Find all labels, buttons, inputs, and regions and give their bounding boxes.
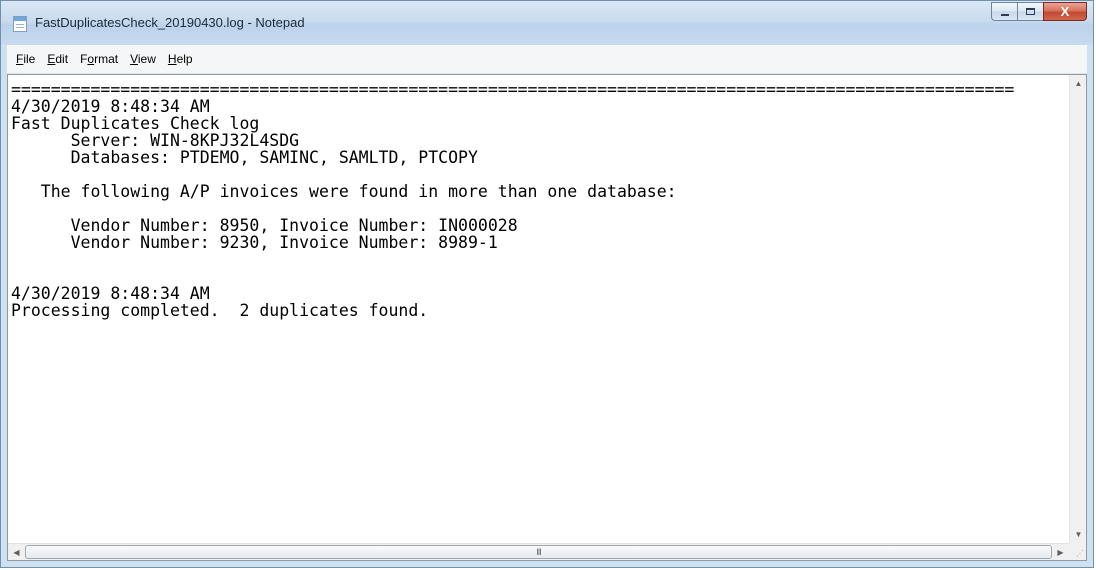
minimize-button[interactable] (991, 2, 1017, 21)
size-grip-icon: ⋰ (1076, 549, 1084, 558)
close-button[interactable]: X (1043, 2, 1087, 21)
menu-edit[interactable]: Edit (42, 50, 73, 68)
editor-area: ========================================… (7, 74, 1087, 561)
menu-file[interactable]: File (11, 50, 40, 68)
menu-bar: File Edit Format View Help (7, 45, 1087, 74)
scroll-down-icon[interactable]: ▼ (1070, 526, 1087, 543)
window-title: FastDuplicatesCheck_20190430.log - Notep… (35, 15, 305, 30)
maximize-icon (1026, 8, 1035, 15)
minimize-icon (1000, 13, 1009, 16)
notepad-icon[interactable] (13, 16, 27, 32)
menu-help[interactable]: Help (163, 50, 198, 68)
menu-view[interactable]: View (125, 50, 161, 68)
caption-buttons: X (991, 2, 1087, 21)
close-icon: X (1060, 4, 1070, 19)
maximize-button[interactable] (1017, 2, 1043, 21)
size-grip[interactable]: ⋰ (1069, 543, 1086, 560)
title-bar[interactable]: FastDuplicatesCheck_20190430.log - Notep… (1, 1, 1093, 45)
thumb-grip-icon: III (536, 546, 541, 557)
text-editor[interactable]: ========================================… (8, 75, 1069, 543)
vertical-scrollbar[interactable]: ▲ ▼ (1069, 75, 1086, 543)
menu-format[interactable]: Format (75, 50, 123, 68)
notepad-window: FastDuplicatesCheck_20190430.log - Notep… (0, 0, 1094, 568)
horizontal-scrollbar[interactable]: ◀ III ▶ (8, 543, 1069, 560)
scroll-up-icon[interactable]: ▲ (1070, 75, 1087, 92)
scroll-right-icon[interactable]: ▶ (1052, 544, 1069, 561)
scroll-left-icon[interactable]: ◀ (8, 544, 25, 561)
document-text[interactable]: ========================================… (8, 75, 1069, 319)
horizontal-scroll-thumb[interactable]: III (25, 545, 1052, 559)
